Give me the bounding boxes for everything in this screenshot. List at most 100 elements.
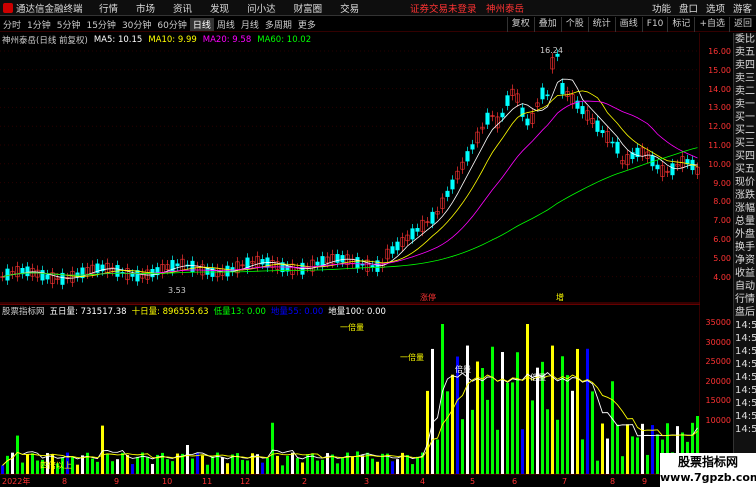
candle-body bbox=[450, 179, 455, 190]
volume-bar bbox=[201, 455, 204, 474]
time-tick: 7 bbox=[562, 477, 567, 486]
volume-bar bbox=[331, 454, 334, 474]
volume-bar bbox=[6, 455, 9, 474]
sidebar-field: 买四 bbox=[735, 151, 755, 162]
volume-bar bbox=[241, 459, 244, 474]
volume-bar bbox=[446, 391, 449, 474]
volume-mark: 四倍以上 bbox=[40, 460, 72, 470]
candle-body bbox=[430, 211, 435, 224]
sidebar-field: 买三 bbox=[735, 138, 755, 149]
volume-bar bbox=[126, 454, 129, 474]
menu-options[interactable]: 选项 bbox=[706, 1, 725, 15]
volume-mark: 倍量 bbox=[455, 364, 471, 374]
volume-bar bbox=[31, 453, 34, 474]
volume-bar bbox=[1, 465, 4, 474]
volume-bar bbox=[221, 457, 224, 474]
volume-bar bbox=[191, 458, 194, 474]
volume-bar bbox=[456, 356, 459, 474]
volume-bar bbox=[556, 419, 559, 474]
volume-bar bbox=[426, 390, 429, 474]
low-price-label: 3.53 bbox=[168, 286, 186, 295]
price-tick: 16.00 bbox=[708, 47, 731, 56]
volume-bar bbox=[496, 429, 499, 474]
volume-bar bbox=[91, 458, 94, 474]
candle-body bbox=[560, 82, 565, 95]
volume-bar bbox=[316, 460, 319, 474]
volume-bar bbox=[106, 453, 109, 474]
price-tick: 9.00 bbox=[713, 178, 731, 188]
volume-bar bbox=[301, 462, 304, 474]
high-price-label: 16.24 bbox=[540, 46, 563, 55]
volume-bar bbox=[271, 422, 274, 474]
volume-bar bbox=[546, 409, 549, 474]
volume-bar bbox=[226, 463, 229, 474]
volume-mark: 倍量 bbox=[530, 372, 546, 382]
sidebar-field: 收益 bbox=[735, 268, 755, 279]
price-axis: 16.00 15.00 14.00 13.00 12.00 11.00 10.00 9.00 8… bbox=[700, 33, 733, 303]
volume-bar bbox=[36, 460, 39, 474]
sidebar-field: 卖五 bbox=[735, 47, 755, 58]
volume-tick: 30000 bbox=[705, 337, 731, 347]
time-tick: 4 bbox=[420, 477, 425, 486]
volume-bar bbox=[26, 454, 29, 474]
volume-bar bbox=[171, 461, 174, 474]
volume-bar bbox=[436, 439, 439, 474]
candle-body bbox=[190, 260, 195, 273]
chart-canvas[interactable]: 2022年 8 9 10 11 12 2 3 4 5 6 7 8 9 16.24 3.53 涨停 增四倍以上 一倍… bbox=[0, 0, 700, 487]
volume-bar bbox=[206, 464, 209, 474]
volume-bar bbox=[296, 458, 299, 474]
volume-bar bbox=[571, 390, 574, 474]
volume-bar bbox=[341, 457, 344, 474]
time-tick: 11 bbox=[202, 477, 212, 486]
candle-body bbox=[175, 263, 180, 267]
volume-bar bbox=[186, 444, 189, 474]
volume-bar bbox=[116, 459, 119, 474]
time-tick: 10 bbox=[162, 477, 172, 486]
sidebar-field: 买五 bbox=[735, 164, 755, 175]
increase-tag: 增 bbox=[556, 292, 564, 302]
watermark-title: 股票指标网 bbox=[677, 455, 738, 469]
sidebar-field: 买二 bbox=[735, 125, 755, 136]
volume-tick: 10000 bbox=[705, 415, 731, 425]
volume-bar bbox=[551, 345, 554, 474]
volume-bar bbox=[166, 459, 169, 474]
price-tick: 6.00 bbox=[713, 235, 731, 244]
volume-bars bbox=[1, 324, 699, 474]
volume-bar bbox=[536, 367, 539, 474]
limit-up-tag: 涨停 bbox=[420, 292, 436, 302]
candle-body bbox=[135, 270, 140, 282]
volume-tick: 20000 bbox=[705, 376, 731, 386]
candle-body bbox=[470, 144, 475, 150]
volume-bar bbox=[506, 382, 509, 474]
volume-bar bbox=[606, 438, 609, 474]
volume-bar bbox=[616, 424, 619, 474]
volume-bar bbox=[416, 456, 419, 474]
sidebar-field: 卖三 bbox=[735, 73, 755, 84]
volume-bar bbox=[481, 368, 484, 474]
sidebar-field: 现价 bbox=[735, 177, 755, 188]
volume-bar bbox=[101, 425, 104, 474]
volume-bar bbox=[141, 452, 144, 474]
volume-bar bbox=[276, 455, 279, 474]
volume-bar bbox=[11, 452, 14, 474]
watermark-url: www.7gpzb.com bbox=[660, 471, 756, 484]
volume-bar bbox=[351, 456, 354, 474]
candle-body bbox=[45, 274, 50, 280]
indicator-name[interactable]: 股票指标网 bbox=[2, 305, 45, 317]
volume-bar bbox=[111, 461, 114, 474]
back-button[interactable]: 返回 bbox=[728, 17, 756, 32]
candle-body bbox=[655, 164, 660, 170]
sidebar-field: 卖一 bbox=[735, 99, 755, 110]
indicator-title-bar: 股票指标网 五日量: 731517.38 十日量: 896555.63 低量13… bbox=[0, 304, 700, 317]
sidebar-field: 涨跌 bbox=[735, 190, 755, 201]
menu-guest[interactable]: 游客 bbox=[733, 1, 752, 15]
volume-bar bbox=[581, 439, 584, 474]
sidebar-field: 委比 bbox=[735, 34, 755, 45]
sidebar-field: 14:5 bbox=[735, 372, 756, 383]
volume-bar bbox=[451, 374, 454, 474]
sidebar-field: 14:5 bbox=[735, 424, 756, 435]
sidebar-field: 卖二 bbox=[735, 86, 755, 97]
candle-body bbox=[610, 141, 615, 144]
candle-body bbox=[415, 228, 420, 232]
candle-body bbox=[130, 273, 135, 277]
